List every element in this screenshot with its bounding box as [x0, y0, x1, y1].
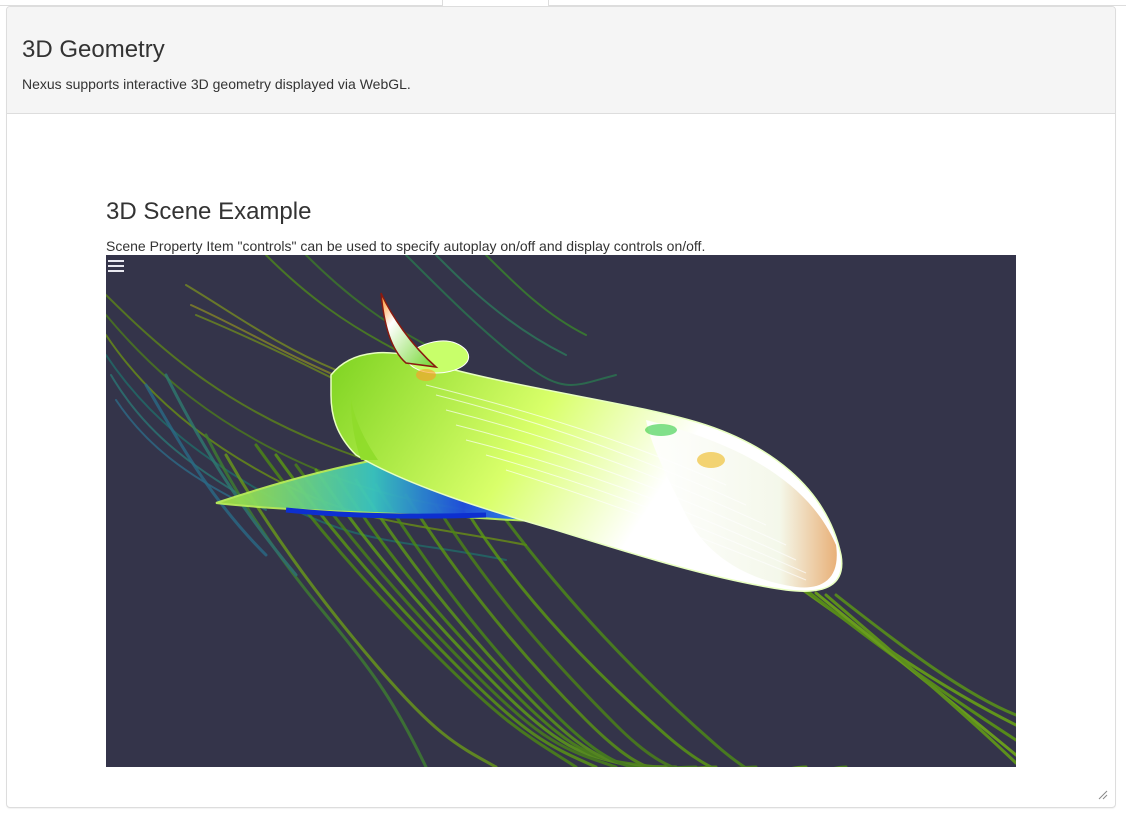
panel-description: Nexus supports interactive 3D geometry d…	[22, 76, 411, 92]
webgl-viewport[interactable]	[106, 255, 1016, 767]
resize-grip-icon[interactable]	[1098, 790, 1108, 800]
hamburger-menu-icon[interactable]	[108, 259, 124, 273]
panel-title: 3D Geometry	[22, 36, 165, 63]
geometry-panel: 3D Geometry Nexus supports interactive 3…	[6, 6, 1116, 808]
scene-title: 3D Scene Example	[106, 198, 312, 225]
panel-heading: 3D Geometry Nexus supports interactive 3…	[7, 7, 1115, 114]
scene-description: Scene Property Item "controls" can be us…	[106, 238, 706, 254]
scene-render[interactable]	[106, 255, 1016, 767]
